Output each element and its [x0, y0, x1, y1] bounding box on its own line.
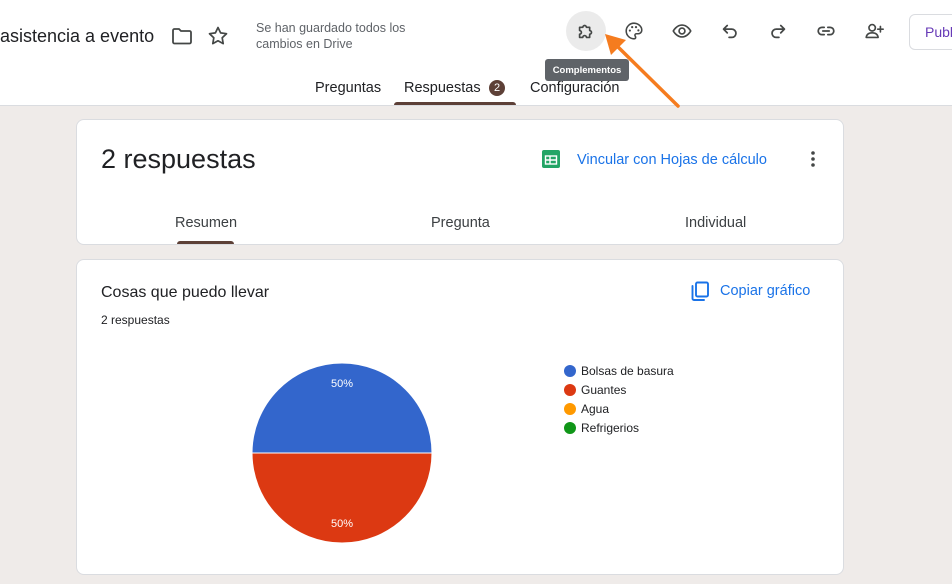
legend-swatch: [564, 383, 576, 396]
tab-configuracion[interactable]: Configuración: [530, 80, 619, 96]
responses-count-badge: 2: [489, 80, 505, 96]
copy-icon[interactable]: [689, 280, 711, 302]
chart-legend: Bolsas de basura Guantes Agua Refrigerios: [564, 361, 674, 437]
addons-tooltip: Complementos: [545, 59, 629, 81]
active-tab-indicator: [394, 102, 516, 105]
eye-icon: [672, 24, 692, 38]
legend-swatch: [564, 402, 576, 415]
undo-icon: [722, 24, 737, 39]
add-person-icon: [865, 23, 884, 39]
undo-button[interactable]: [710, 11, 750, 51]
responses-count-title: 2 respuestas: [101, 144, 256, 174]
more-vert-icon[interactable]: [803, 149, 823, 169]
sheets-icon[interactable]: [542, 150, 560, 168]
responses-summary-card: 2 respuestas Vincular con Hojas de cálcu…: [76, 119, 844, 245]
subtab-individual[interactable]: Individual: [685, 215, 746, 231]
copy-chart-button[interactable]: Copiar gráfico: [720, 283, 810, 299]
redo-icon: [771, 24, 786, 39]
folder-icon[interactable]: [170, 24, 194, 48]
puzzle-icon: [578, 24, 593, 39]
subtab-pregunta[interactable]: Pregunta: [431, 215, 490, 231]
publish-button[interactable]: Publ: [909, 14, 952, 50]
addons-button[interactable]: [566, 11, 606, 51]
link-icon: [817, 26, 835, 36]
add-collaborator-button[interactable]: [854, 11, 894, 51]
redo-button[interactable]: [758, 11, 798, 51]
subtab-resumen[interactable]: Resumen: [175, 215, 237, 231]
link-sheets-button[interactable]: Vincular con Hojas de cálculo: [577, 152, 767, 168]
pie-data-label: 50%: [331, 518, 353, 530]
question-summary-card: Cosas que puedo llevar 2 respuestas Copi…: [76, 259, 844, 575]
question-response-count: 2 respuestas: [101, 313, 170, 327]
legend-swatch: [564, 421, 576, 434]
theme-button[interactable]: [614, 11, 654, 51]
active-subtab-indicator: [177, 241, 234, 244]
legend-swatch: [564, 364, 576, 377]
preview-button[interactable]: [662, 11, 702, 51]
pie-chart: 50% 50%: [251, 362, 433, 544]
legend-item: Guantes: [564, 380, 674, 399]
save-status: Se han guardado todos los cambios en Dri…: [256, 21, 406, 51]
top-bar: asistencia a evento Se han guardado todo…: [0, 0, 952, 106]
legend-item: Bolsas de basura: [564, 361, 674, 380]
legend-item: Agua: [564, 399, 674, 418]
copy-link-button[interactable]: [806, 11, 846, 51]
pie-slice: [251, 362, 433, 454]
tab-respuestas[interactable]: Respuestas: [404, 80, 481, 96]
palette-icon: [625, 22, 643, 40]
legend-label: Refrigerios: [581, 420, 640, 435]
legend-label: Bolsas de basura: [581, 363, 674, 378]
legend-label: Agua: [581, 401, 610, 416]
legend-label: Guantes: [581, 382, 627, 397]
star-icon[interactable]: [206, 24, 230, 48]
question-title: Cosas que puedo llevar: [101, 284, 270, 301]
legend-item: Refrigerios: [564, 418, 674, 437]
tab-preguntas[interactable]: Preguntas: [315, 80, 381, 96]
document-title[interactable]: asistencia a evento: [0, 26, 154, 47]
pie-data-label: 50%: [331, 378, 353, 390]
